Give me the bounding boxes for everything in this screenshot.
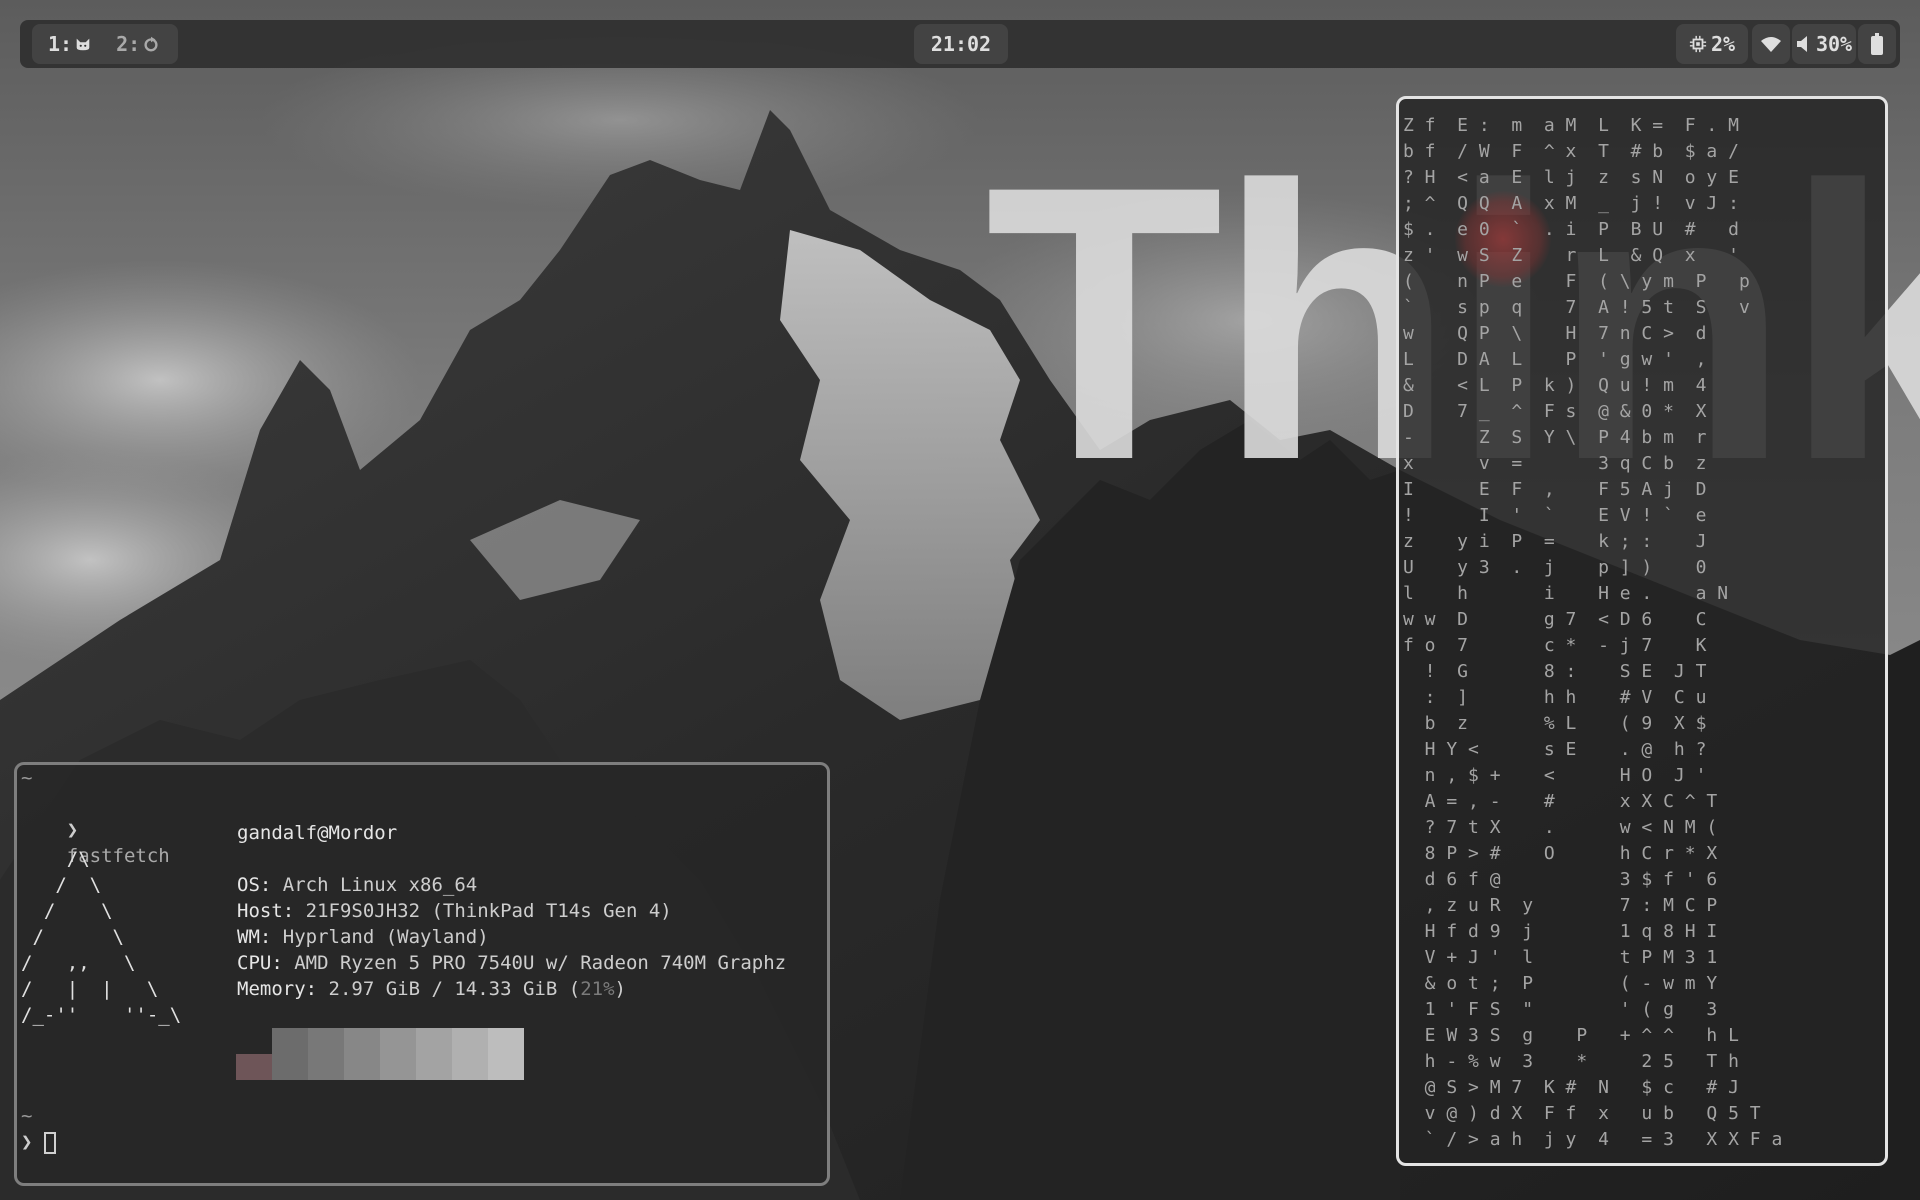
- refresh-icon: [144, 36, 158, 52]
- matrix-row: ; ^ Q Q A x M _ j ! v J :: [1403, 193, 1739, 214]
- matrix-row: @ S > M 7 K # N $ c # J: [1403, 1077, 1739, 1098]
- matrix-row: ` / > a h j y 4 = 3 X X F a: [1403, 1129, 1783, 1150]
- matrix-row: z ' w S Z r L & Q x ': [1403, 245, 1739, 266]
- matrix-row: ? 7 t X . w < N M (: [1403, 817, 1718, 838]
- matrix-row: $ . e 0 ` . i P B U # d: [1403, 219, 1739, 240]
- palette-swatch: [236, 1054, 272, 1080]
- matrix-rain-text: Z f E : m a M L K = F . M b f / W F ^ x T…: [1403, 113, 1782, 1153]
- matrix-row: U y 3 . j p ] ) 0: [1403, 557, 1707, 578]
- speaker-icon: [1796, 36, 1807, 52]
- matrix-row: f o 7 c * - j 7 K: [1403, 635, 1707, 656]
- matrix-row: z y i P = k ; : J: [1403, 531, 1707, 552]
- prompt-directory: ~: [21, 767, 33, 789]
- clock-text: 21:02: [930, 32, 992, 56]
- palette-swatch: [308, 1028, 344, 1080]
- terminal-window-matrix[interactable]: Z f E : m a M L K = F . M b f / W F ^ x T…: [1396, 96, 1888, 1166]
- clock-module[interactable]: 21:02: [914, 24, 1008, 64]
- matrix-row: & o t ; P ( - w m Y: [1403, 973, 1718, 994]
- matrix-row: h - % w 3 * 2 5 T h: [1403, 1051, 1739, 1072]
- matrix-row: : ] h h # V C u: [1403, 687, 1707, 708]
- wifi-icon: [1761, 37, 1781, 52]
- matrix-row: V + J ' l t P M 3 1: [1403, 947, 1718, 968]
- matrix-row: I E F , F 5 A j D: [1403, 479, 1707, 500]
- volume-level-text: 30%: [1815, 32, 1853, 56]
- volume-module[interactable]: 30%: [1792, 24, 1856, 64]
- prompt-directory-2: ~: [21, 1105, 33, 1127]
- arch-linux-ascii-logo: /\ / \ / \ / \ / ,, \ / | | \ /_-'' ''-_…: [21, 848, 182, 1026]
- matrix-row: D 7 _ ^ F s @ & 0 * X: [1403, 401, 1707, 422]
- battery-icon: [1871, 33, 1883, 55]
- matrix-row: 8 P > # O h C r * X: [1403, 843, 1718, 864]
- prompt-symbol: ❯: [66, 819, 79, 841]
- workspace-1-button[interactable]: 1:: [48, 32, 92, 56]
- matrix-row: , z u R y 7 : M C P: [1403, 895, 1718, 916]
- system-info: gandalf@Mordor OS: Arch Linux x86_64 Hos…: [237, 820, 786, 1002]
- matrix-row: H Y < s E . @ h ?: [1403, 739, 1707, 760]
- palette-swatch: [272, 1028, 308, 1080]
- palette-swatch: [452, 1028, 488, 1080]
- matrix-row: 1 ' F S " ' ( g 3: [1403, 999, 1718, 1020]
- matrix-row: E W 3 S g P + ^ ^ h L: [1403, 1025, 1739, 1046]
- matrix-row: w Q P \ H 7 n C > d: [1403, 323, 1707, 344]
- text-cursor[interactable]: [44, 1132, 56, 1154]
- matrix-row: n , $ + < H O J ': [1403, 765, 1707, 786]
- matrix-row: w w D g 7 < D 6 C: [1403, 609, 1707, 630]
- cpu-module[interactable]: 2%: [1676, 24, 1748, 64]
- info-os: OS: Arch Linux x86_64: [237, 874, 478, 896]
- matrix-row: l h i H e . a N: [1403, 583, 1729, 604]
- matrix-row: Z f E : m a M L K = F . M: [1403, 115, 1739, 136]
- matrix-row: b f / W F ^ x T # b $ a /: [1403, 141, 1739, 162]
- matrix-row: ? H < a E l j z s N o y E: [1403, 167, 1739, 188]
- matrix-row: H f d 9 j 1 q 8 H I: [1403, 921, 1718, 942]
- info-wm: WM: Hyprland (Wayland): [237, 926, 489, 948]
- network-module[interactable]: [1752, 24, 1790, 64]
- info-cpu: CPU: AMD Ryzen 5 PRO 7540U w/ Radeon 740…: [237, 952, 787, 974]
- cpu-chip-icon: [1689, 35, 1707, 53]
- user-host: gandalf@Mordor: [237, 822, 398, 844]
- workspace-2-button[interactable]: 2:: [116, 32, 160, 56]
- matrix-row: ` s p q 7 A ! 5 t S v: [1403, 297, 1750, 318]
- matrix-row: d 6 f @ 3 $ f ' 6: [1403, 869, 1718, 890]
- status-bar: 1: 2: 21:02 2% 30%: [20, 20, 1900, 68]
- matrix-row: ! G 8 : S E J T: [1403, 661, 1707, 682]
- matrix-row: ! I ' ` E V ! ` e: [1403, 505, 1707, 526]
- cat-icon: [76, 38, 90, 51]
- prompt-symbol-2: ❯: [21, 1131, 33, 1153]
- matrix-row: - Z S Y \ P 4 b m r: [1403, 427, 1707, 448]
- info-host: Host: 21F9S0JH32 (ThinkPad T14s Gen 4): [237, 900, 672, 922]
- palette-swatch: [416, 1028, 452, 1080]
- palette-swatch: [344, 1028, 380, 1080]
- matrix-row: ( n P e F ( \ y m P p: [1403, 271, 1750, 292]
- matrix-row: b z % L ( 9 X $: [1403, 713, 1707, 734]
- matrix-row: v @ ) d X F f x u b Q 5 T: [1403, 1103, 1761, 1124]
- info-memory: Memory: 2.97 GiB / 14.33 GiB (21%): [237, 978, 626, 1000]
- palette-swatch: [488, 1028, 524, 1080]
- battery-module[interactable]: [1858, 24, 1896, 64]
- workspace-2-label: 2:: [116, 32, 141, 56]
- matrix-row: A = , - # x X C ^ T: [1403, 791, 1718, 812]
- cpu-usage-text: 2%: [1710, 32, 1736, 56]
- matrix-row: x v = 3 q C b z: [1403, 453, 1707, 474]
- terminal-window-fastfetch[interactable]: ~ ❯ fastfetch /\ / \ / \ / \ / ,, \ / | …: [14, 762, 830, 1186]
- matrix-row: & < L P k ) Q u ! m 4: [1403, 375, 1707, 396]
- color-palette: [236, 1028, 524, 1080]
- workspaces-module: 1: 2:: [32, 24, 178, 64]
- palette-swatch: [380, 1028, 416, 1080]
- workspace-1-label: 1:: [48, 32, 73, 56]
- matrix-row: L D A L P ' g w ' ,: [1403, 349, 1707, 370]
